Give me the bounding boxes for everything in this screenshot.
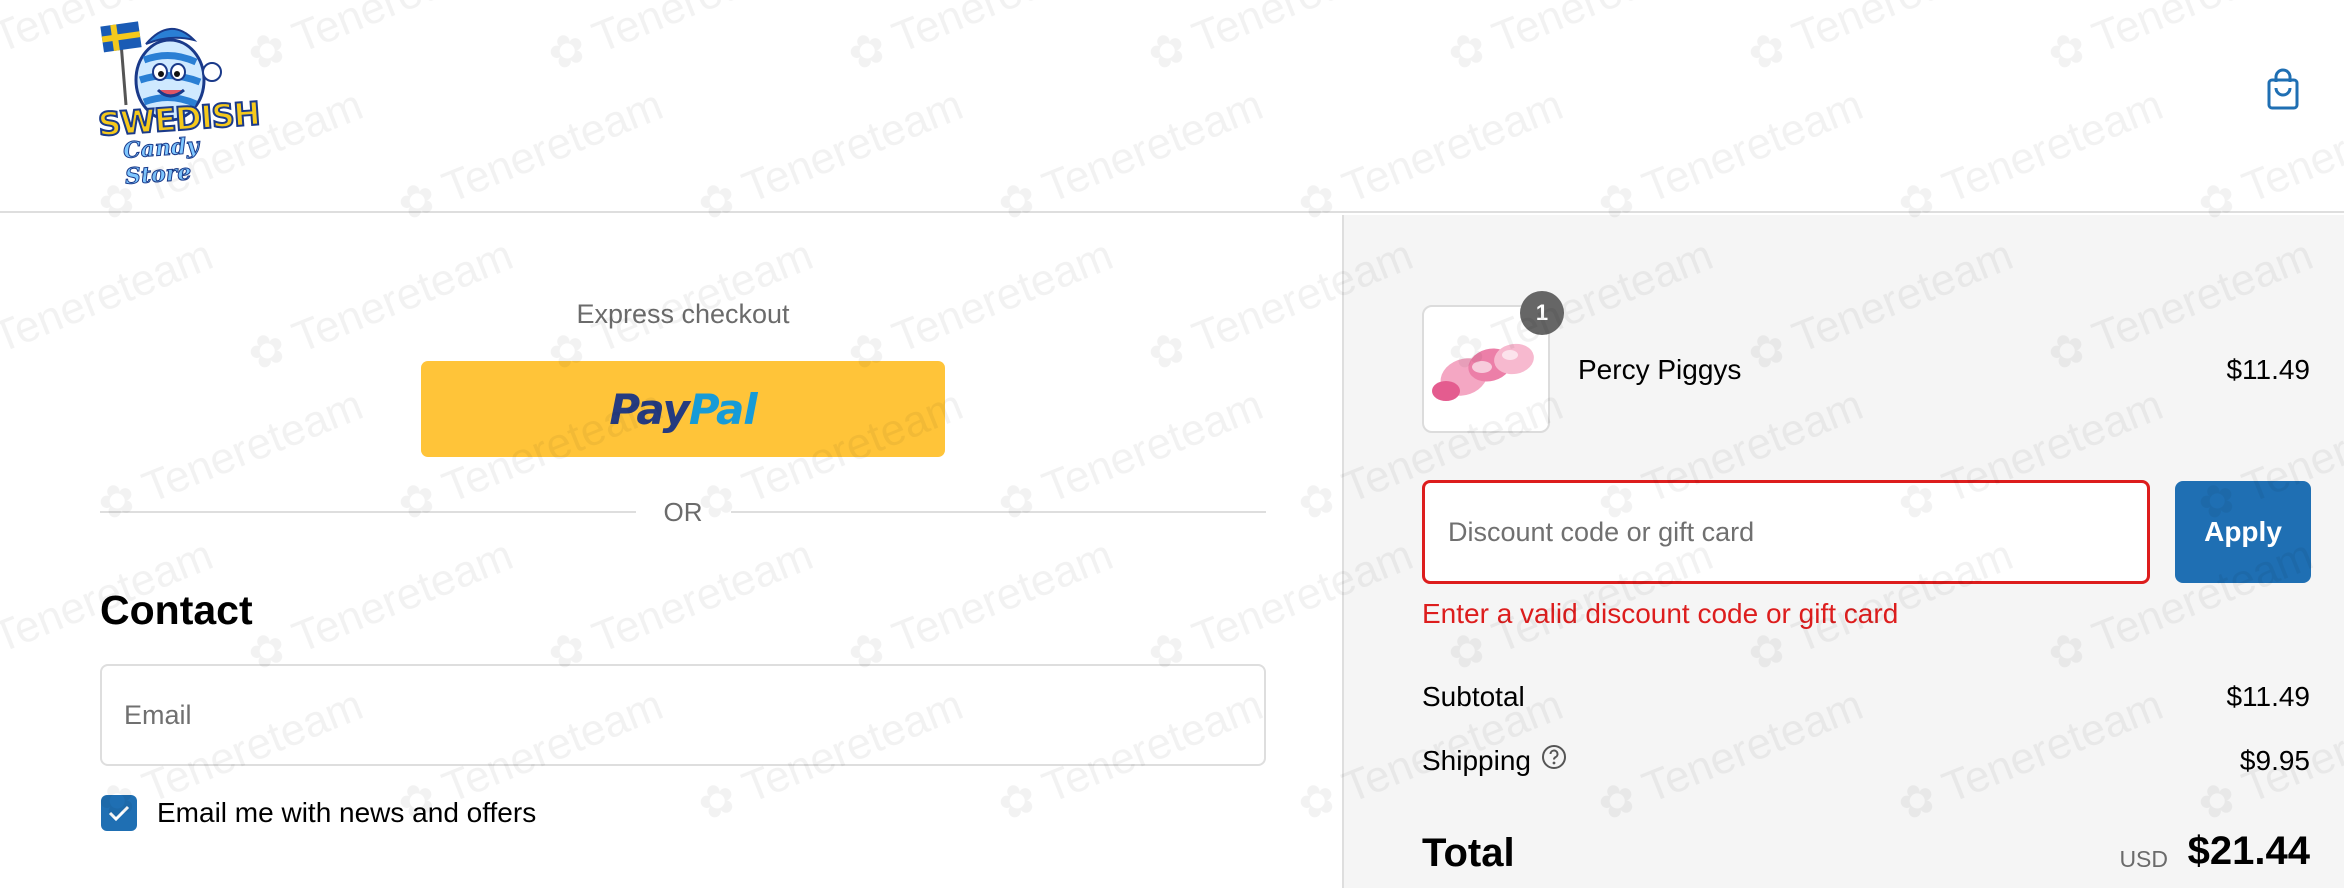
shipping-label: Shipping bbox=[1422, 745, 1531, 776]
newsletter-label[interactable]: Email me with news and offers bbox=[157, 797, 536, 829]
total-label: Total bbox=[1422, 831, 1515, 875]
paypal-logo-pay: Pay bbox=[609, 384, 690, 434]
site-header: SWEDISH Candy Store bbox=[0, 0, 2344, 213]
paypal-logo: PayPal bbox=[609, 384, 758, 434]
quantity-badge: 1 bbox=[1520, 291, 1564, 335]
product-price: $11.49 bbox=[2226, 354, 2310, 385]
checkout-main: Express checkout PayPal OR Contact Email… bbox=[0, 215, 1342, 888]
express-checkout-title: Express checkout bbox=[576, 299, 790, 329]
paypal-button[interactable]: PayPal bbox=[421, 361, 945, 457]
total-currency: USD bbox=[2119, 846, 2168, 872]
or-text: OR bbox=[663, 496, 703, 527]
order-summary: 1 Percy Piggys $11.49 Apply Enter a vali… bbox=[1342, 215, 2344, 888]
newsletter-checkbox[interactable] bbox=[101, 795, 137, 831]
discount-code-field[interactable] bbox=[1422, 480, 2150, 584]
subtotal-value: $11.49 bbox=[2226, 681, 2310, 712]
product-name: Percy Piggys bbox=[1578, 354, 1742, 385]
shipping-row: Shipping bbox=[1422, 745, 1567, 777]
logo-text-secondary: Candy Store bbox=[122, 132, 201, 190]
checkmark-icon bbox=[108, 805, 130, 822]
or-divider: OR bbox=[100, 495, 1266, 529]
email-field[interactable] bbox=[100, 664, 1266, 766]
total-value: $21.44 bbox=[2187, 829, 2310, 873]
discount-error-message: Enter a valid discount code or gift card bbox=[1422, 598, 1899, 629]
shipping-value: $9.95 bbox=[2239, 745, 2310, 776]
store-logo[interactable]: SWEDISH Candy Store bbox=[96, 10, 262, 190]
divider-line-right bbox=[730, 511, 1266, 513]
subtotal-label: Subtotal bbox=[1422, 681, 1525, 712]
divider-line-left bbox=[100, 511, 636, 513]
apply-discount-button[interactable]: Apply bbox=[2175, 481, 2311, 583]
contact-heading: Contact bbox=[100, 587, 253, 633]
shopping-bag-icon[interactable] bbox=[2266, 66, 2300, 112]
help-circle-icon[interactable] bbox=[1541, 744, 1567, 777]
paypal-logo-pal: Pal bbox=[688, 384, 758, 434]
